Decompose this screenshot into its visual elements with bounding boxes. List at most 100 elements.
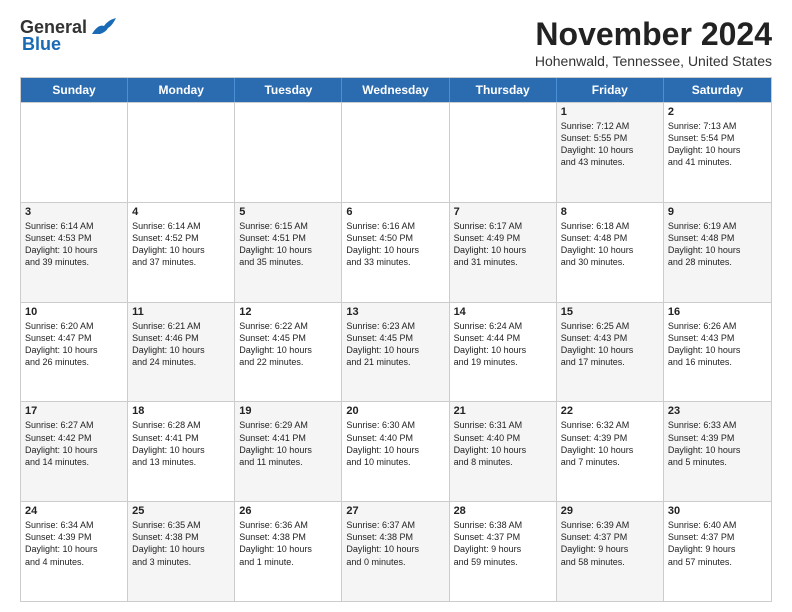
calendar-cell: 19 Sunrise: 6:29 AM Sunset: 4:41 PM Dayli… <box>235 402 342 501</box>
cell-info: Sunrise: 6:39 AM Sunset: 4:37 PM Dayligh… <box>561 519 659 568</box>
calendar-cell: 30 Sunrise: 6:40 AM Sunset: 4:37 PM Dayli… <box>664 502 771 601</box>
cell-info: Sunrise: 6:20 AM Sunset: 4:47 PM Dayligh… <box>25 320 123 369</box>
month-title: November 2024 <box>535 16 772 53</box>
cell-info: Sunrise: 6:23 AM Sunset: 4:45 PM Dayligh… <box>346 320 444 369</box>
calendar-week-3: 10 Sunrise: 6:20 AM Sunset: 4:47 PM Dayli… <box>21 302 771 402</box>
calendar-cell: 7Sunrise: 6:17 AM Sunset: 4:49 PM Daylig… <box>450 203 557 302</box>
day-header-friday: Friday <box>557 78 664 102</box>
calendar-cell: 3 Sunrise: 6:14 AM Sunset: 4:53 PM Daylig… <box>21 203 128 302</box>
calendar-week-2: 3 Sunrise: 6:14 AM Sunset: 4:53 PM Daylig… <box>21 202 771 302</box>
day-number: 27 <box>346 505 444 517</box>
cell-info: Sunrise: 6:26 AM Sunset: 4:43 PM Dayligh… <box>668 320 767 369</box>
cell-info: Sunrise: 6:36 AM Sunset: 4:38 PM Dayligh… <box>239 519 337 568</box>
calendar-header: SundayMondayTuesdayWednesdayThursdayFrid… <box>21 78 771 102</box>
cell-info: Sunrise: 6:22 AM Sunset: 4:45 PM Dayligh… <box>239 320 337 369</box>
page: General Blue November 2024 Hohenwald, Te… <box>0 0 792 612</box>
cell-info: Sunrise: 6:29 AM Sunset: 4:41 PM Dayligh… <box>239 419 337 468</box>
logo: General Blue <box>20 16 118 55</box>
day-number: 10 <box>25 306 123 318</box>
calendar-cell: 11 Sunrise: 6:21 AM Sunset: 4:46 PM Dayli… <box>128 303 235 402</box>
calendar-cell <box>21 103 128 202</box>
calendar-cell: 20 Sunrise: 6:30 AM Sunset: 4:40 PM Dayli… <box>342 402 449 501</box>
logo-bird-icon <box>90 16 118 38</box>
day-number: 1 <box>561 106 659 118</box>
calendar-week-5: 24Sunrise: 6:34 AM Sunset: 4:39 PM Dayli… <box>21 501 771 601</box>
day-number: 6 <box>346 206 444 218</box>
calendar-cell: 8Sunrise: 6:18 AM Sunset: 4:48 PM Daylig… <box>557 203 664 302</box>
day-number: 8 <box>561 206 659 218</box>
cell-info: Sunrise: 6:31 AM Sunset: 4:40 PM Dayligh… <box>454 419 552 468</box>
day-number: 25 <box>132 505 230 517</box>
day-number: 3 <box>25 206 123 218</box>
title-block: November 2024 Hohenwald, Tennessee, Unit… <box>535 16 772 69</box>
calendar-cell: 2 Sunrise: 7:13 AM Sunset: 5:54 PM Daylig… <box>664 103 771 202</box>
cell-info: Sunrise: 6:30 AM Sunset: 4:40 PM Dayligh… <box>346 419 444 468</box>
day-number: 9 <box>668 206 767 218</box>
cell-info: Sunrise: 6:24 AM Sunset: 4:44 PM Dayligh… <box>454 320 552 369</box>
cell-info: Sunrise: 6:37 AM Sunset: 4:38 PM Dayligh… <box>346 519 444 568</box>
cell-info: Sunrise: 7:12 AM Sunset: 5:55 PM Dayligh… <box>561 120 659 169</box>
day-number: 11 <box>132 306 230 318</box>
cell-info: Sunrise: 6:15 AM Sunset: 4:51 PM Dayligh… <box>239 220 337 269</box>
cell-info: Sunrise: 6:27 AM Sunset: 4:42 PM Dayligh… <box>25 419 123 468</box>
day-header-tuesday: Tuesday <box>235 78 342 102</box>
day-number: 17 <box>25 405 123 417</box>
calendar-cell: 21Sunrise: 6:31 AM Sunset: 4:40 PM Dayli… <box>450 402 557 501</box>
cell-info: Sunrise: 7:13 AM Sunset: 5:54 PM Dayligh… <box>668 120 767 169</box>
cell-info: Sunrise: 6:32 AM Sunset: 4:39 PM Dayligh… <box>561 419 659 468</box>
day-number: 18 <box>132 405 230 417</box>
cell-info: Sunrise: 6:14 AM Sunset: 4:53 PM Dayligh… <box>25 220 123 269</box>
day-number: 26 <box>239 505 337 517</box>
calendar: SundayMondayTuesdayWednesdayThursdayFrid… <box>20 77 772 602</box>
day-number: 2 <box>668 106 767 118</box>
day-number: 20 <box>346 405 444 417</box>
calendar-cell: 29 Sunrise: 6:39 AM Sunset: 4:37 PM Dayli… <box>557 502 664 601</box>
cell-info: Sunrise: 6:40 AM Sunset: 4:37 PM Dayligh… <box>668 519 767 568</box>
calendar-cell: 27 Sunrise: 6:37 AM Sunset: 4:38 PM Dayli… <box>342 502 449 601</box>
day-number: 23 <box>668 405 767 417</box>
calendar-week-1: 1 Sunrise: 7:12 AM Sunset: 5:55 PM Daylig… <box>21 102 771 202</box>
cell-info: Sunrise: 6:14 AM Sunset: 4:52 PM Dayligh… <box>132 220 230 269</box>
location: Hohenwald, Tennessee, United States <box>535 53 772 69</box>
calendar-cell: 28 Sunrise: 6:38 AM Sunset: 4:37 PM Dayli… <box>450 502 557 601</box>
calendar-cell: 13 Sunrise: 6:23 AM Sunset: 4:45 PM Dayli… <box>342 303 449 402</box>
day-number: 29 <box>561 505 659 517</box>
calendar-cell: 4 Sunrise: 6:14 AM Sunset: 4:52 PM Daylig… <box>128 203 235 302</box>
day-number: 30 <box>668 505 767 517</box>
calendar-cell: 10 Sunrise: 6:20 AM Sunset: 4:47 PM Dayli… <box>21 303 128 402</box>
day-number: 15 <box>561 306 659 318</box>
calendar-cell: 26 Sunrise: 6:36 AM Sunset: 4:38 PM Dayli… <box>235 502 342 601</box>
cell-info: Sunrise: 6:38 AM Sunset: 4:37 PM Dayligh… <box>454 519 552 568</box>
logo-blue: Blue <box>22 34 61 55</box>
calendar-cell: 24Sunrise: 6:34 AM Sunset: 4:39 PM Dayli… <box>21 502 128 601</box>
calendar-week-4: 17 Sunrise: 6:27 AM Sunset: 4:42 PM Dayli… <box>21 401 771 501</box>
calendar-cell: 17 Sunrise: 6:27 AM Sunset: 4:42 PM Dayli… <box>21 402 128 501</box>
cell-info: Sunrise: 6:21 AM Sunset: 4:46 PM Dayligh… <box>132 320 230 369</box>
cell-info: Sunrise: 6:16 AM Sunset: 4:50 PM Dayligh… <box>346 220 444 269</box>
day-header-sunday: Sunday <box>21 78 128 102</box>
day-number: 5 <box>239 206 337 218</box>
calendar-cell: 15Sunrise: 6:25 AM Sunset: 4:43 PM Dayli… <box>557 303 664 402</box>
calendar-cell <box>342 103 449 202</box>
calendar-cell <box>450 103 557 202</box>
calendar-cell: 6 Sunrise: 6:16 AM Sunset: 4:50 PM Daylig… <box>342 203 449 302</box>
day-header-monday: Monday <box>128 78 235 102</box>
day-number: 12 <box>239 306 337 318</box>
day-number: 13 <box>346 306 444 318</box>
calendar-cell: 12 Sunrise: 6:22 AM Sunset: 4:45 PM Dayli… <box>235 303 342 402</box>
calendar-cell: 1 Sunrise: 7:12 AM Sunset: 5:55 PM Daylig… <box>557 103 664 202</box>
day-header-saturday: Saturday <box>664 78 771 102</box>
cell-info: Sunrise: 6:19 AM Sunset: 4:48 PM Dayligh… <box>668 220 767 269</box>
cell-info: Sunrise: 6:28 AM Sunset: 4:41 PM Dayligh… <box>132 419 230 468</box>
day-number: 7 <box>454 206 552 218</box>
calendar-body: 1 Sunrise: 7:12 AM Sunset: 5:55 PM Daylig… <box>21 102 771 601</box>
day-number: 19 <box>239 405 337 417</box>
calendar-cell: 16 Sunrise: 6:26 AM Sunset: 4:43 PM Dayli… <box>664 303 771 402</box>
day-number: 28 <box>454 505 552 517</box>
calendar-cell: 9 Sunrise: 6:19 AM Sunset: 4:48 PM Daylig… <box>664 203 771 302</box>
day-number: 22 <box>561 405 659 417</box>
calendar-cell: 5 Sunrise: 6:15 AM Sunset: 4:51 PM Daylig… <box>235 203 342 302</box>
day-number: 16 <box>668 306 767 318</box>
day-number: 4 <box>132 206 230 218</box>
calendar-cell: 23Sunrise: 6:33 AM Sunset: 4:39 PM Dayli… <box>664 402 771 501</box>
